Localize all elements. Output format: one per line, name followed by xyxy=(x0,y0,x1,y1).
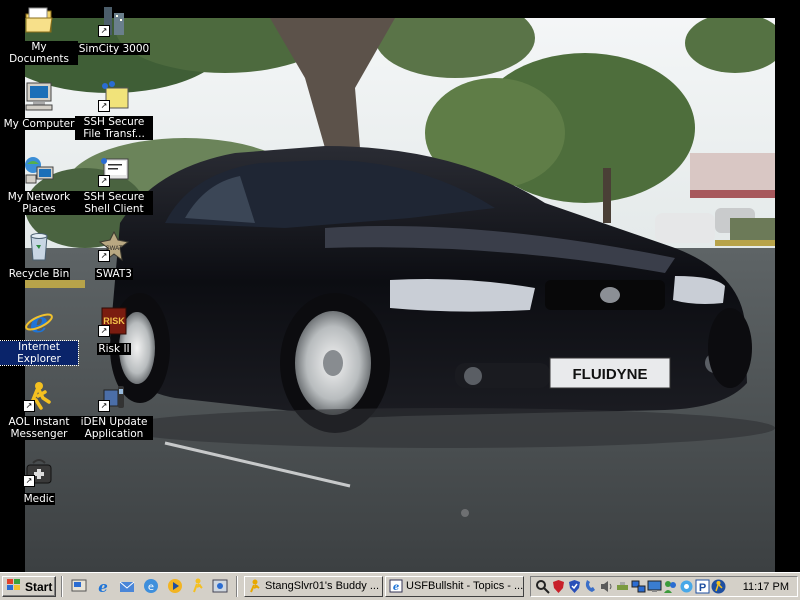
show-desktop-icon[interactable] xyxy=(71,578,87,594)
windows-logo-icon xyxy=(6,578,22,595)
volume-tray-icon[interactable] xyxy=(599,579,614,594)
desktop-icon-risk-ii[interactable]: RISK ↗ Risk II xyxy=(75,303,153,375)
svg-text:e: e xyxy=(393,582,399,593)
desktop-icon-aol-instant-messenger[interactable]: ↗ AOL Instant Messenger xyxy=(0,378,78,450)
browser-quicklaunch-icon[interactable]: e xyxy=(143,578,159,594)
taskbar-separator xyxy=(61,576,63,597)
desktop-icon-label: iDEN Update Application xyxy=(75,416,153,440)
taskbar: Start e e StangSlvr01's Buddy ... e USFB… xyxy=(0,572,800,600)
risk-icon: RISK ↗ xyxy=(98,305,130,337)
browser-task-icon: e xyxy=(389,579,403,593)
shortcut-arrow-icon: ↗ xyxy=(98,400,110,412)
desktop-icon-label: My Documents xyxy=(0,41,78,65)
desktop-icon-label: SWAT3 xyxy=(95,268,133,280)
desktop-icon-iden-update[interactable]: ↗ iDEN Update Application xyxy=(75,378,153,450)
network-icon xyxy=(23,155,55,187)
computer-icon xyxy=(23,80,55,112)
network-connection-tray-icon[interactable] xyxy=(631,579,646,594)
shield-tray-icon[interactable] xyxy=(551,579,566,594)
svg-text:P: P xyxy=(699,582,706,594)
internet-explorer-icon: e xyxy=(23,305,55,339)
recycle-bin-icon xyxy=(23,230,55,262)
desktop-icon-ssh-shell-client[interactable]: ↗ SSH Secure Shell Client xyxy=(75,153,153,225)
desktop-icon-label: Internet Explorer xyxy=(0,340,79,366)
desktop-icon-label: Risk II xyxy=(97,343,131,355)
taskbar-button-buddy-list[interactable]: StangSlvr01's Buddy ... xyxy=(244,576,383,597)
outlook-express-icon[interactable] xyxy=(119,578,135,594)
antivirus-tray-icon[interactable] xyxy=(567,579,582,594)
usb-tray-icon[interactable] xyxy=(615,579,630,594)
desktop-icon-label: SSH Secure File Transf... xyxy=(75,116,153,140)
clock[interactable]: 11:17 PM xyxy=(743,577,789,597)
desktop-icon-recycle-bin[interactable]: Recycle Bin xyxy=(0,228,78,300)
shortcut-arrow-icon: ↗ xyxy=(98,25,110,37)
task-label: StangSlvr01's Buddy ... xyxy=(265,580,379,592)
desktop-icon-my-documents[interactable]: My Documents xyxy=(0,3,78,75)
desktop-icon-label: SSH Secure Shell Client xyxy=(75,191,153,215)
taskbar-separator xyxy=(236,576,238,597)
ssh-client-icon: ↗ xyxy=(98,155,130,187)
media-player-icon[interactable] xyxy=(167,578,183,594)
desktop-icon-medic[interactable]: ↗ Medic xyxy=(0,453,78,525)
desktop-icon-internet-explorer[interactable]: e Internet Explorer xyxy=(0,303,79,375)
shortcut-arrow-icon: ↗ xyxy=(98,325,110,337)
taskbar-button-usfbullshit[interactable]: e USFBullshit - Topics - ... xyxy=(385,576,524,597)
ssh-file-transfer-icon: ↗ xyxy=(98,80,130,112)
start-button[interactable]: Start xyxy=(2,576,56,597)
desktop-icon-label: Recycle Bin xyxy=(7,268,71,280)
aim-tray-icon[interactable] xyxy=(711,579,726,594)
p-tray-icon[interactable]: P xyxy=(695,579,710,594)
desktop-icon-ssh-file-transfer[interactable]: ↗ SSH Secure File Transf... xyxy=(75,78,153,150)
shortcut-arrow-icon: ↗ xyxy=(98,250,110,262)
shortcut-arrow-icon: ↗ xyxy=(23,400,35,412)
shortcut-arrow-icon: ↗ xyxy=(98,100,110,112)
connection-status-tray-icon[interactable] xyxy=(679,579,694,594)
messenger-tray-icon[interactable] xyxy=(663,579,678,594)
display-tray-icon[interactable] xyxy=(647,579,662,594)
desktop-icon-my-network-places[interactable]: My Network Places xyxy=(0,153,78,225)
folder-icon xyxy=(23,5,55,37)
task-label: USFBullshit - Topics - ... xyxy=(406,580,524,592)
simcity-icon: ↗ xyxy=(98,5,130,37)
medic-icon: ↗ xyxy=(23,455,55,487)
shortcut-arrow-icon: ↗ xyxy=(23,475,35,487)
internet-explorer-quicklaunch-icon[interactable]: e xyxy=(95,578,111,596)
desktop-icon-label: AOL Instant Messenger xyxy=(0,416,78,440)
svg-text:e: e xyxy=(30,306,48,337)
svg-text:e: e xyxy=(98,578,108,594)
phone-tray-icon[interactable] xyxy=(583,579,598,594)
desktop-icon-label: SimCity 3000 xyxy=(77,43,151,55)
desktop-icon-my-computer[interactable]: My Computer xyxy=(0,78,78,150)
aim-quicklaunch-icon[interactable] xyxy=(190,578,206,594)
desktop-icon-label: My Network Places xyxy=(0,191,78,215)
system-tray: P 11:17 PM xyxy=(530,576,798,597)
desktop[interactable]: FLUIDYNE My Documents ↗ SimCity 3000 My xyxy=(0,0,800,572)
quicklaunch-app-icon[interactable] xyxy=(212,578,228,594)
search-tray-icon[interactable] xyxy=(535,579,550,594)
swat3-icon: SWAT ↗ xyxy=(98,230,130,262)
start-label: Start xyxy=(25,579,53,594)
desktop-icon-swat3[interactable]: SWAT ↗ SWAT3 xyxy=(75,228,153,300)
iden-icon: ↗ xyxy=(98,380,130,412)
desktop-icon-simcity-3000[interactable]: ↗ SimCity 3000 xyxy=(75,3,153,75)
aim-task-icon xyxy=(248,579,262,593)
license-plate-text: FLUIDYNE xyxy=(573,366,648,383)
svg-text:e: e xyxy=(148,582,154,593)
desktop-icon-label: My Computer xyxy=(2,118,76,130)
aim-icon: ↗ xyxy=(23,380,55,412)
desktop-icon-label: Medic xyxy=(22,493,56,505)
shortcut-arrow-icon: ↗ xyxy=(98,175,110,187)
